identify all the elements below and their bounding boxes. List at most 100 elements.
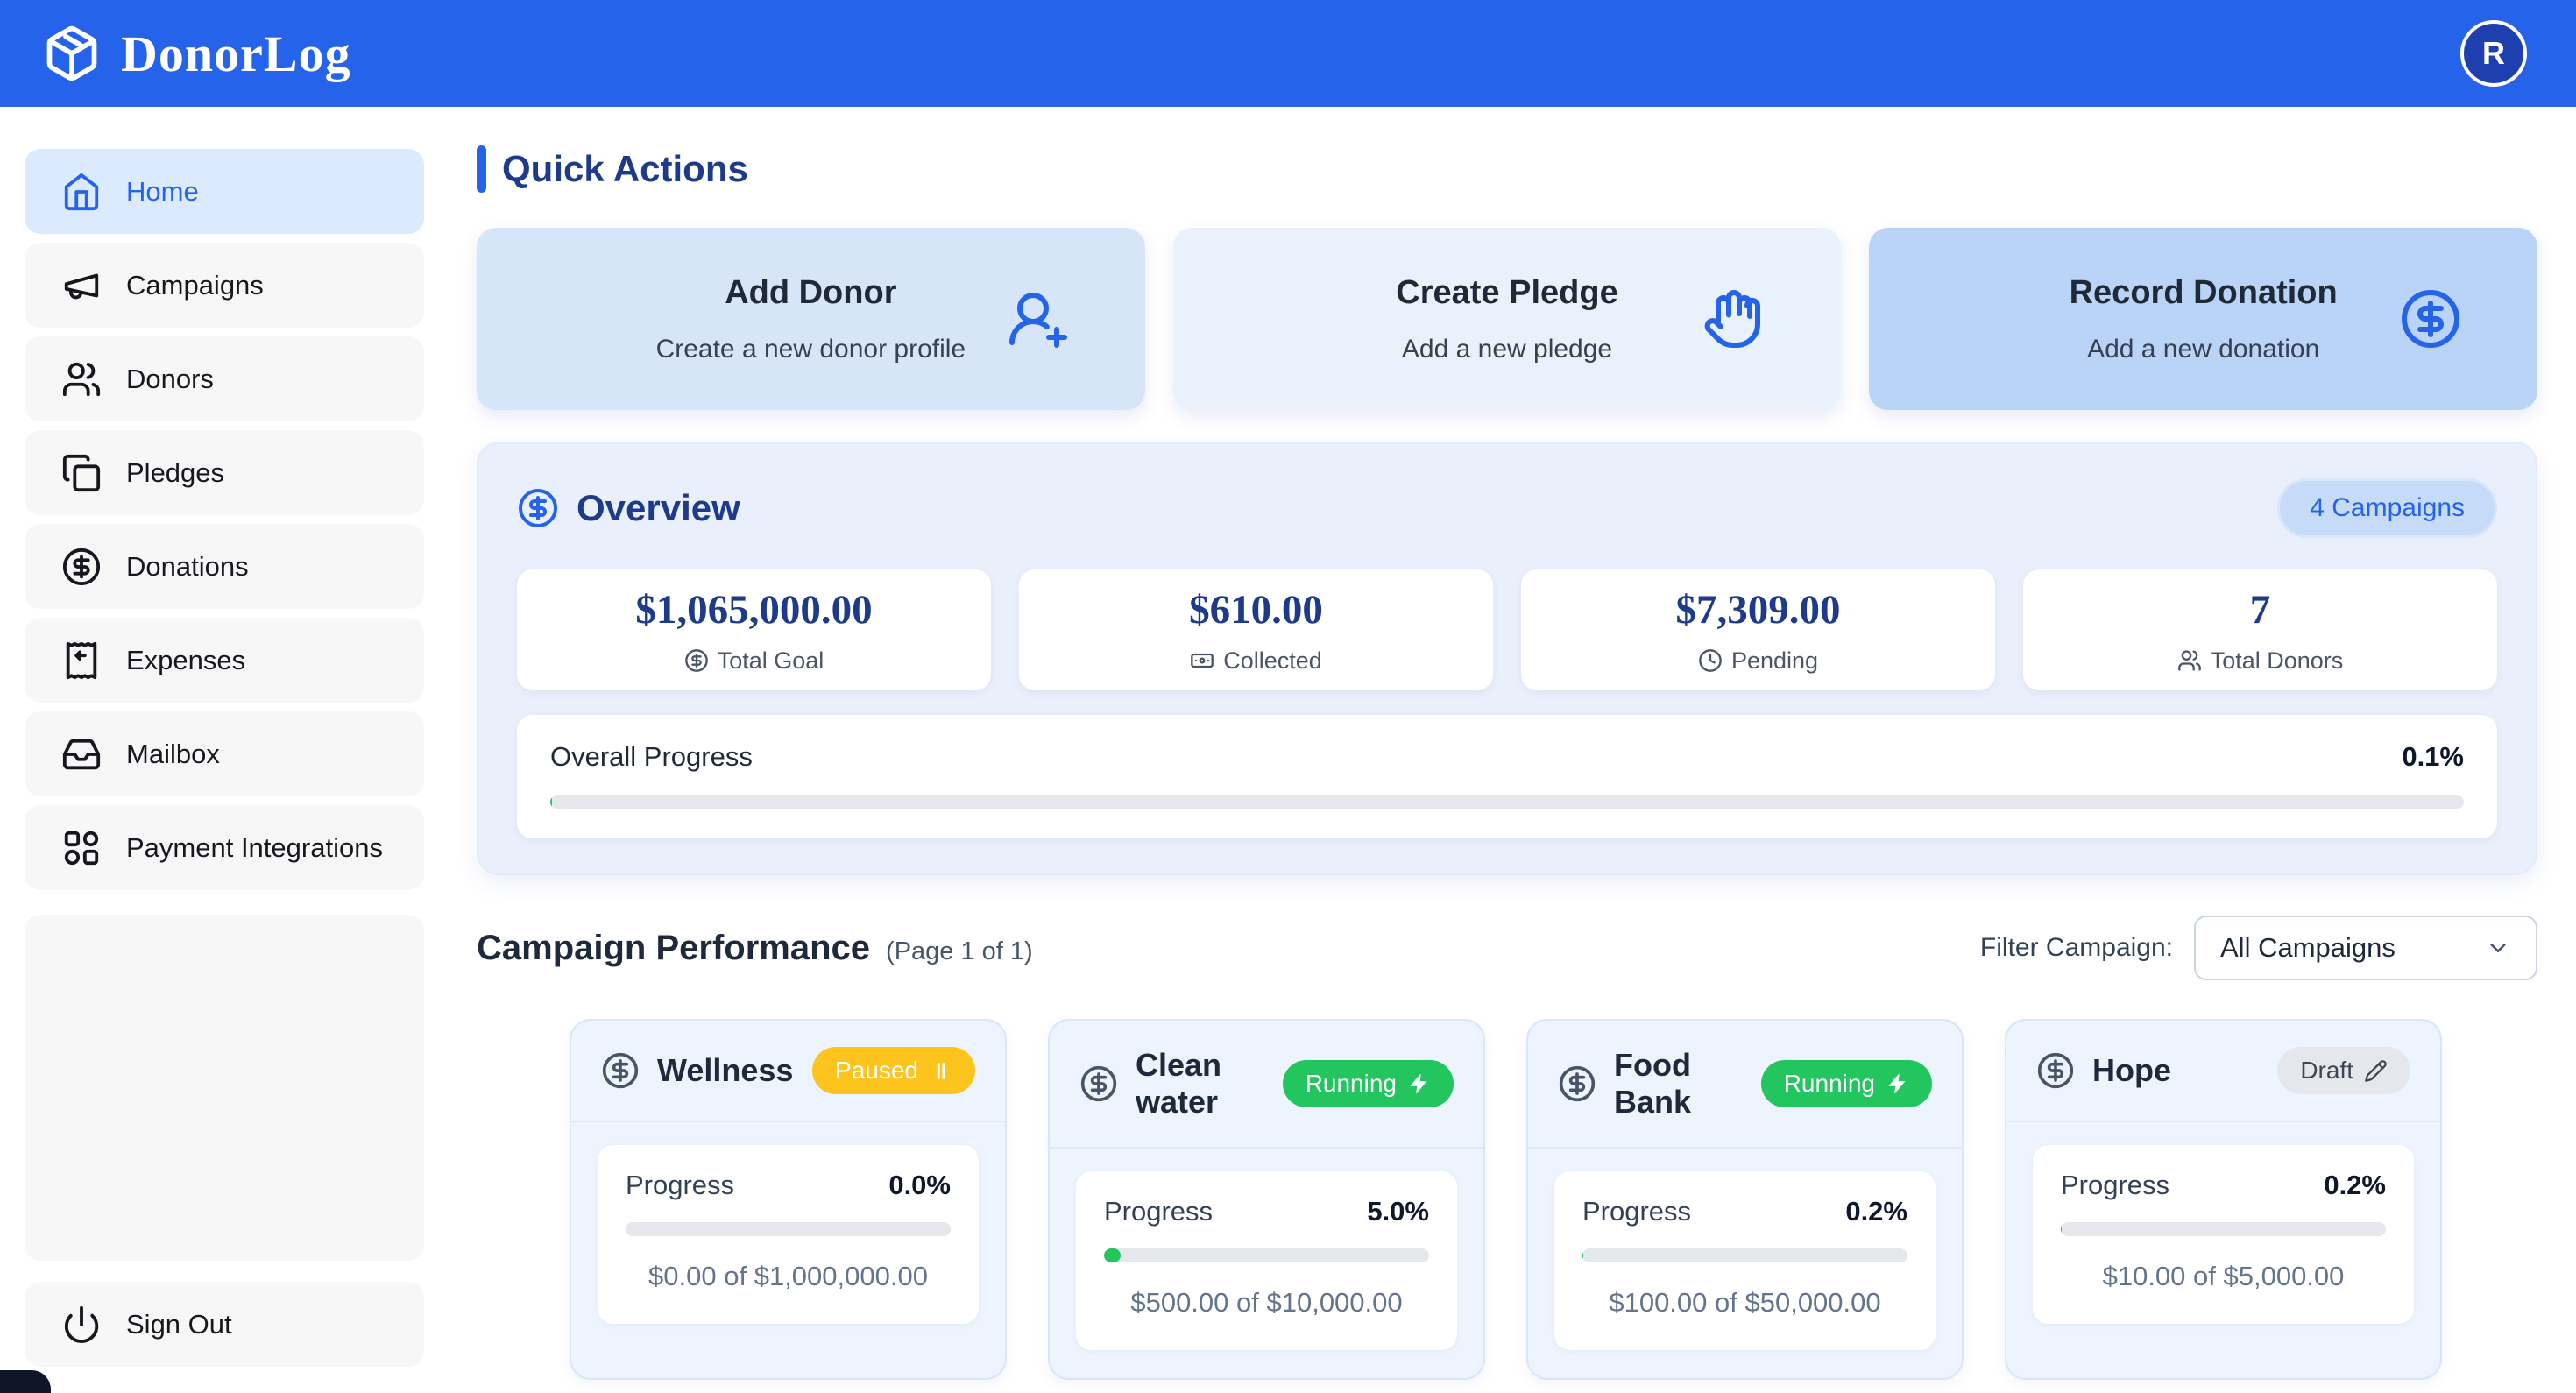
campaign-performance-header: Campaign Performance (Page 1 of 1) Filte… <box>477 916 2537 980</box>
progress-label: Progress <box>626 1170 734 1201</box>
sidebar-item-label: Donors <box>126 364 214 395</box>
overview-panel: Overview 4 Campaigns $1,065,000.00 Total… <box>477 442 2537 875</box>
quick-actions-title: Quick Actions <box>502 148 748 190</box>
overall-progress-card: Overall Progress 0.1% <box>517 715 2497 838</box>
sidebar-item-expenses[interactable]: Expenses <box>25 618 424 703</box>
sidebar-item-label: Donations <box>126 551 249 583</box>
campaign-filter-select[interactable]: All Campaigns <box>2194 916 2537 980</box>
amount-text: $10.00 of $5,000.00 <box>2061 1261 2386 1292</box>
grid-icon <box>61 828 102 868</box>
record-donation-subtitle: Add a new donation <box>2087 335 2319 364</box>
status-label: Running <box>1784 1070 1875 1098</box>
create-pledge-title: Create Pledge <box>1396 274 1617 312</box>
sidebar-item-pledges[interactable]: Pledges <box>25 430 424 515</box>
sidebar-item-mailbox[interactable]: Mailbox <box>25 711 424 796</box>
clock-icon <box>1698 648 1723 673</box>
campaign-name: Clean water <box>1136 1047 1265 1121</box>
sign-out-button[interactable]: Sign Out <box>25 1282 424 1367</box>
progress-bar <box>1104 1248 1429 1262</box>
campaign-name: Wellness <box>657 1052 795 1089</box>
campaign-performance-title: Campaign Performance <box>477 929 870 968</box>
overall-progress-bar <box>550 795 2464 809</box>
sidebar-item-home[interactable]: Home <box>25 149 424 234</box>
filter-selected-value: All Campaigns <box>2220 932 2396 964</box>
bottom-left-panel-corner <box>0 1370 51 1393</box>
stat-value: $1,065,000.00 <box>635 586 872 633</box>
sidebar-item-label: Payment Integrations <box>126 832 383 864</box>
megaphone-icon <box>61 265 102 306</box>
pause-icon <box>929 1059 952 1083</box>
user-avatar[interactable]: R <box>2460 20 2527 87</box>
campaign-count-badge: 4 Campaigns <box>2277 478 2497 538</box>
progress-label: Progress <box>2061 1170 2169 1201</box>
home-icon <box>61 172 102 212</box>
stat-value: $7,309.00 <box>1676 586 1841 633</box>
overall-progress-fill <box>550 795 552 809</box>
stat-total-donors: 7 Total Donors <box>2023 569 2497 690</box>
campaign-progress-card: Progress 0.0% $0.00 of $1,000,000.00 <box>598 1145 979 1324</box>
bolt-icon <box>1886 1072 1909 1096</box>
chevron-down-icon <box>2485 935 2511 961</box>
sidebar-item-donations[interactable]: Donations <box>25 524 424 609</box>
stat-value: $610.00 <box>1189 586 1323 633</box>
sidebar-item-label: Pledges <box>126 457 224 489</box>
status-label: Paused <box>835 1057 918 1085</box>
status-badge-paused: Paused <box>812 1047 975 1094</box>
create-pledge-card[interactable]: Create Pledge Add a new pledge <box>1173 228 1842 410</box>
progress-fill <box>2061 1222 2062 1236</box>
users-icon <box>2177 648 2202 673</box>
app-title: DonorLog <box>121 25 351 83</box>
progress-value: 0.0% <box>888 1170 951 1201</box>
campaign-name: Food Bank <box>1614 1047 1744 1121</box>
dollar-circle-icon <box>684 648 709 673</box>
sidebar-item-donors[interactable]: Donors <box>25 336 424 421</box>
record-donation-card[interactable]: Record Donation Add a new donation <box>1869 228 2537 410</box>
progress-bar <box>1582 1248 1907 1262</box>
progress-value: 5.0% <box>1367 1196 1429 1227</box>
add-donor-title: Add Donor <box>725 274 896 312</box>
dollar-circle-icon <box>61 547 102 587</box>
quick-actions-header: Quick Actions <box>477 145 2537 193</box>
pencil-icon <box>2364 1059 2388 1083</box>
donorlog-dashboard: DonorLog R Home Campaigns Donors Pledges <box>0 0 2576 1393</box>
campaign-filter: Filter Campaign: All Campaigns <box>1980 916 2537 980</box>
overview-stats: $1,065,000.00 Total Goal $610.00 Collect… <box>517 569 2497 690</box>
progress-label: Progress <box>1104 1196 1213 1227</box>
overview-title: Overview <box>577 487 740 529</box>
brand-logo[interactable]: DonorLog <box>42 24 351 83</box>
progress-value: 0.2% <box>1845 1196 1907 1227</box>
dollar-circle-icon <box>601 1051 640 1090</box>
accent-bar <box>477 145 486 193</box>
dollar-circle-icon <box>2399 287 2462 350</box>
filter-label: Filter Campaign: <box>1980 933 2173 963</box>
campaign-cards-row: Wellness Paused Progress 0.0% $0.00 of $… <box>477 1019 2537 1380</box>
page-indicator: (Page 1 of 1) <box>886 937 1033 966</box>
progress-fill <box>1104 1248 1121 1262</box>
campaign-card-clean-water: Clean water Running Progress 5.0% $500.0… <box>1048 1019 1485 1380</box>
top-bar: DonorLog R <box>0 0 2576 107</box>
overall-progress-label: Overall Progress <box>550 741 753 773</box>
body-layout: Home Campaigns Donors Pledges Donations <box>0 107 2576 1393</box>
dollar-circle-icon <box>1079 1064 1118 1103</box>
progress-fill <box>1582 1248 1583 1262</box>
receipt-icon <box>61 640 102 681</box>
sidebar-item-payment-integrations[interactable]: Payment Integrations <box>25 805 424 890</box>
bolt-icon <box>1407 1072 1431 1096</box>
amount-text: $100.00 of $50,000.00 <box>1582 1287 1907 1319</box>
sidebar-item-label: Expenses <box>126 645 245 676</box>
sidebar-item-campaigns[interactable]: Campaigns <box>25 243 424 328</box>
sidebar-item-label: Home <box>126 176 199 208</box>
main-content: Quick Actions Add Donor Create a new don… <box>424 107 2576 1393</box>
stat-label: Collected <box>1223 647 1322 675</box>
add-donor-card[interactable]: Add Donor Create a new donor profile <box>477 228 1145 410</box>
dollar-circle-icon <box>517 487 559 529</box>
stat-pending: $7,309.00 Pending <box>1521 569 1995 690</box>
overall-progress-value: 0.1% <box>2402 741 2464 773</box>
donation-box-icon <box>42 24 102 83</box>
stat-collected: $610.00 Collected <box>1019 569 1493 690</box>
dollar-circle-icon <box>2036 1051 2075 1090</box>
stat-label: Total Donors <box>2211 647 2344 675</box>
banknote-icon <box>1190 648 1214 673</box>
stat-label: Pending <box>1731 647 1818 675</box>
campaign-progress-card: Progress 0.2% $10.00 of $5,000.00 <box>2033 1145 2414 1324</box>
